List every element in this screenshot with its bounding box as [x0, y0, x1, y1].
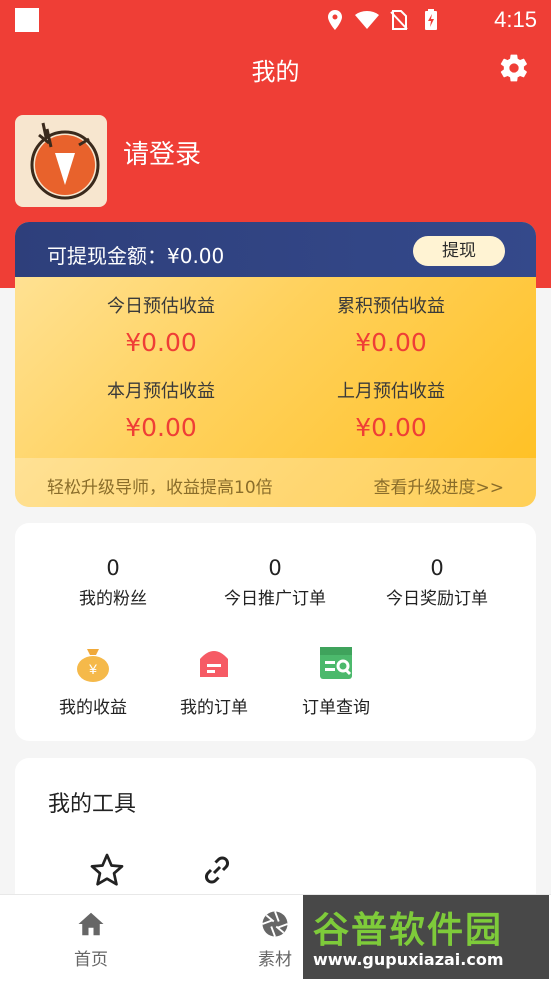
wifi-icon [355, 8, 379, 32]
link-icon[interactable] [199, 852, 235, 888]
gear-icon[interactable] [498, 52, 530, 84]
login-link[interactable]: 请登录 [123, 134, 201, 171]
svg-text:¥: ¥ [88, 661, 97, 677]
status-time: 4:15 [494, 7, 537, 32]
watermark: 谷普软件园 www.gupuxiazai.com [303, 895, 549, 979]
withdrawable-amount: 可提现金额：¥0.00 [47, 244, 225, 268]
home-icon [76, 909, 106, 939]
avatar[interactable] [15, 115, 107, 207]
today-estimate: 今日预估收益 ¥0.00 [61, 292, 261, 357]
withdraw-button[interactable]: 提现 [413, 236, 505, 266]
total-estimate-value: ¥0.00 [355, 328, 427, 357]
money-bag-icon: ¥ [73, 643, 113, 683]
tools-title: 我的工具 [48, 792, 137, 817]
order-search-icon [316, 643, 356, 683]
total-estimate: 累积预估收益 ¥0.00 [291, 292, 491, 357]
fans-label: 我的粉丝 [79, 589, 147, 609]
star-icon[interactable] [89, 852, 125, 888]
reward-orders-label: 今日奖励订单 [386, 589, 488, 609]
total-estimate-label: 累积预估收益 [337, 296, 445, 317]
watermark-text: 谷普软件园 [313, 910, 504, 951]
nav-home[interactable]: 首页 [41, 909, 141, 970]
today-estimate-label: 今日预估收益 [107, 296, 215, 317]
promo-orders-count: 0 [268, 556, 282, 580]
month-estimate: 本月预估收益 ¥0.00 [61, 377, 261, 442]
today-estimate-value: ¥0.00 [125, 328, 197, 357]
my-orders-button[interactable]: 我的订单 [164, 643, 264, 718]
no-sim-icon [387, 8, 411, 32]
month-estimate-label: 本月预估收益 [107, 381, 215, 402]
reward-orders-count: 0 [430, 556, 444, 580]
my-orders-label: 我的订单 [180, 698, 248, 718]
promo-orders-stat[interactable]: 0 今日推广订单 [200, 556, 350, 609]
fans-count: 0 [106, 556, 120, 580]
status-icons [323, 8, 443, 32]
my-earnings-button[interactable]: ¥ 我的收益 [43, 643, 143, 718]
location-icon [323, 8, 347, 32]
earnings-card: 可提现金额：¥0.00 提现 今日预估收益 ¥0.00 累积预估收益 ¥0.00… [15, 222, 536, 507]
order-icon [194, 643, 234, 683]
nav-home-label: 首页 [74, 950, 108, 970]
page-title: 我的 [251, 58, 300, 86]
upgrade-tip: 轻松升级导师，收益提高10倍 [47, 478, 273, 498]
battery-charging-icon [419, 8, 443, 32]
last-month-estimate: 上月预估收益 ¥0.00 [291, 377, 491, 442]
promo-orders-label: 今日推广订单 [224, 589, 326, 609]
fans-stat[interactable]: 0 我的粉丝 [38, 556, 188, 609]
upgrade-bar: 轻松升级导师，收益提高10倍 查看升级进度>> [15, 458, 536, 507]
deer-logo-icon [30, 122, 100, 200]
last-month-estimate-label: 上月预估收益 [337, 381, 445, 402]
last-month-estimate-value: ¥0.00 [355, 413, 427, 442]
month-estimate-value: ¥0.00 [125, 413, 197, 442]
stats-card: 0 我的粉丝 0 今日推广订单 0 今日奖励订单 ¥ 我的收益 我的订单 订单查… [15, 523, 536, 741]
status-bar: 4:15 [0, 0, 551, 40]
order-search-label: 订单查询 [302, 698, 370, 718]
reward-orders-stat[interactable]: 0 今日奖励订单 [362, 556, 512, 609]
order-search-button[interactable]: 订单查询 [286, 643, 386, 718]
aperture-icon [260, 909, 290, 939]
notification-icon [15, 8, 39, 32]
watermark-url: www.gupuxiazai.com [313, 950, 504, 969]
upgrade-progress-link[interactable]: 查看升级进度>> [374, 473, 505, 498]
withdraw-bar: 可提现金额：¥0.00 提现 [15, 222, 536, 277]
my-earnings-label: 我的收益 [59, 698, 127, 718]
